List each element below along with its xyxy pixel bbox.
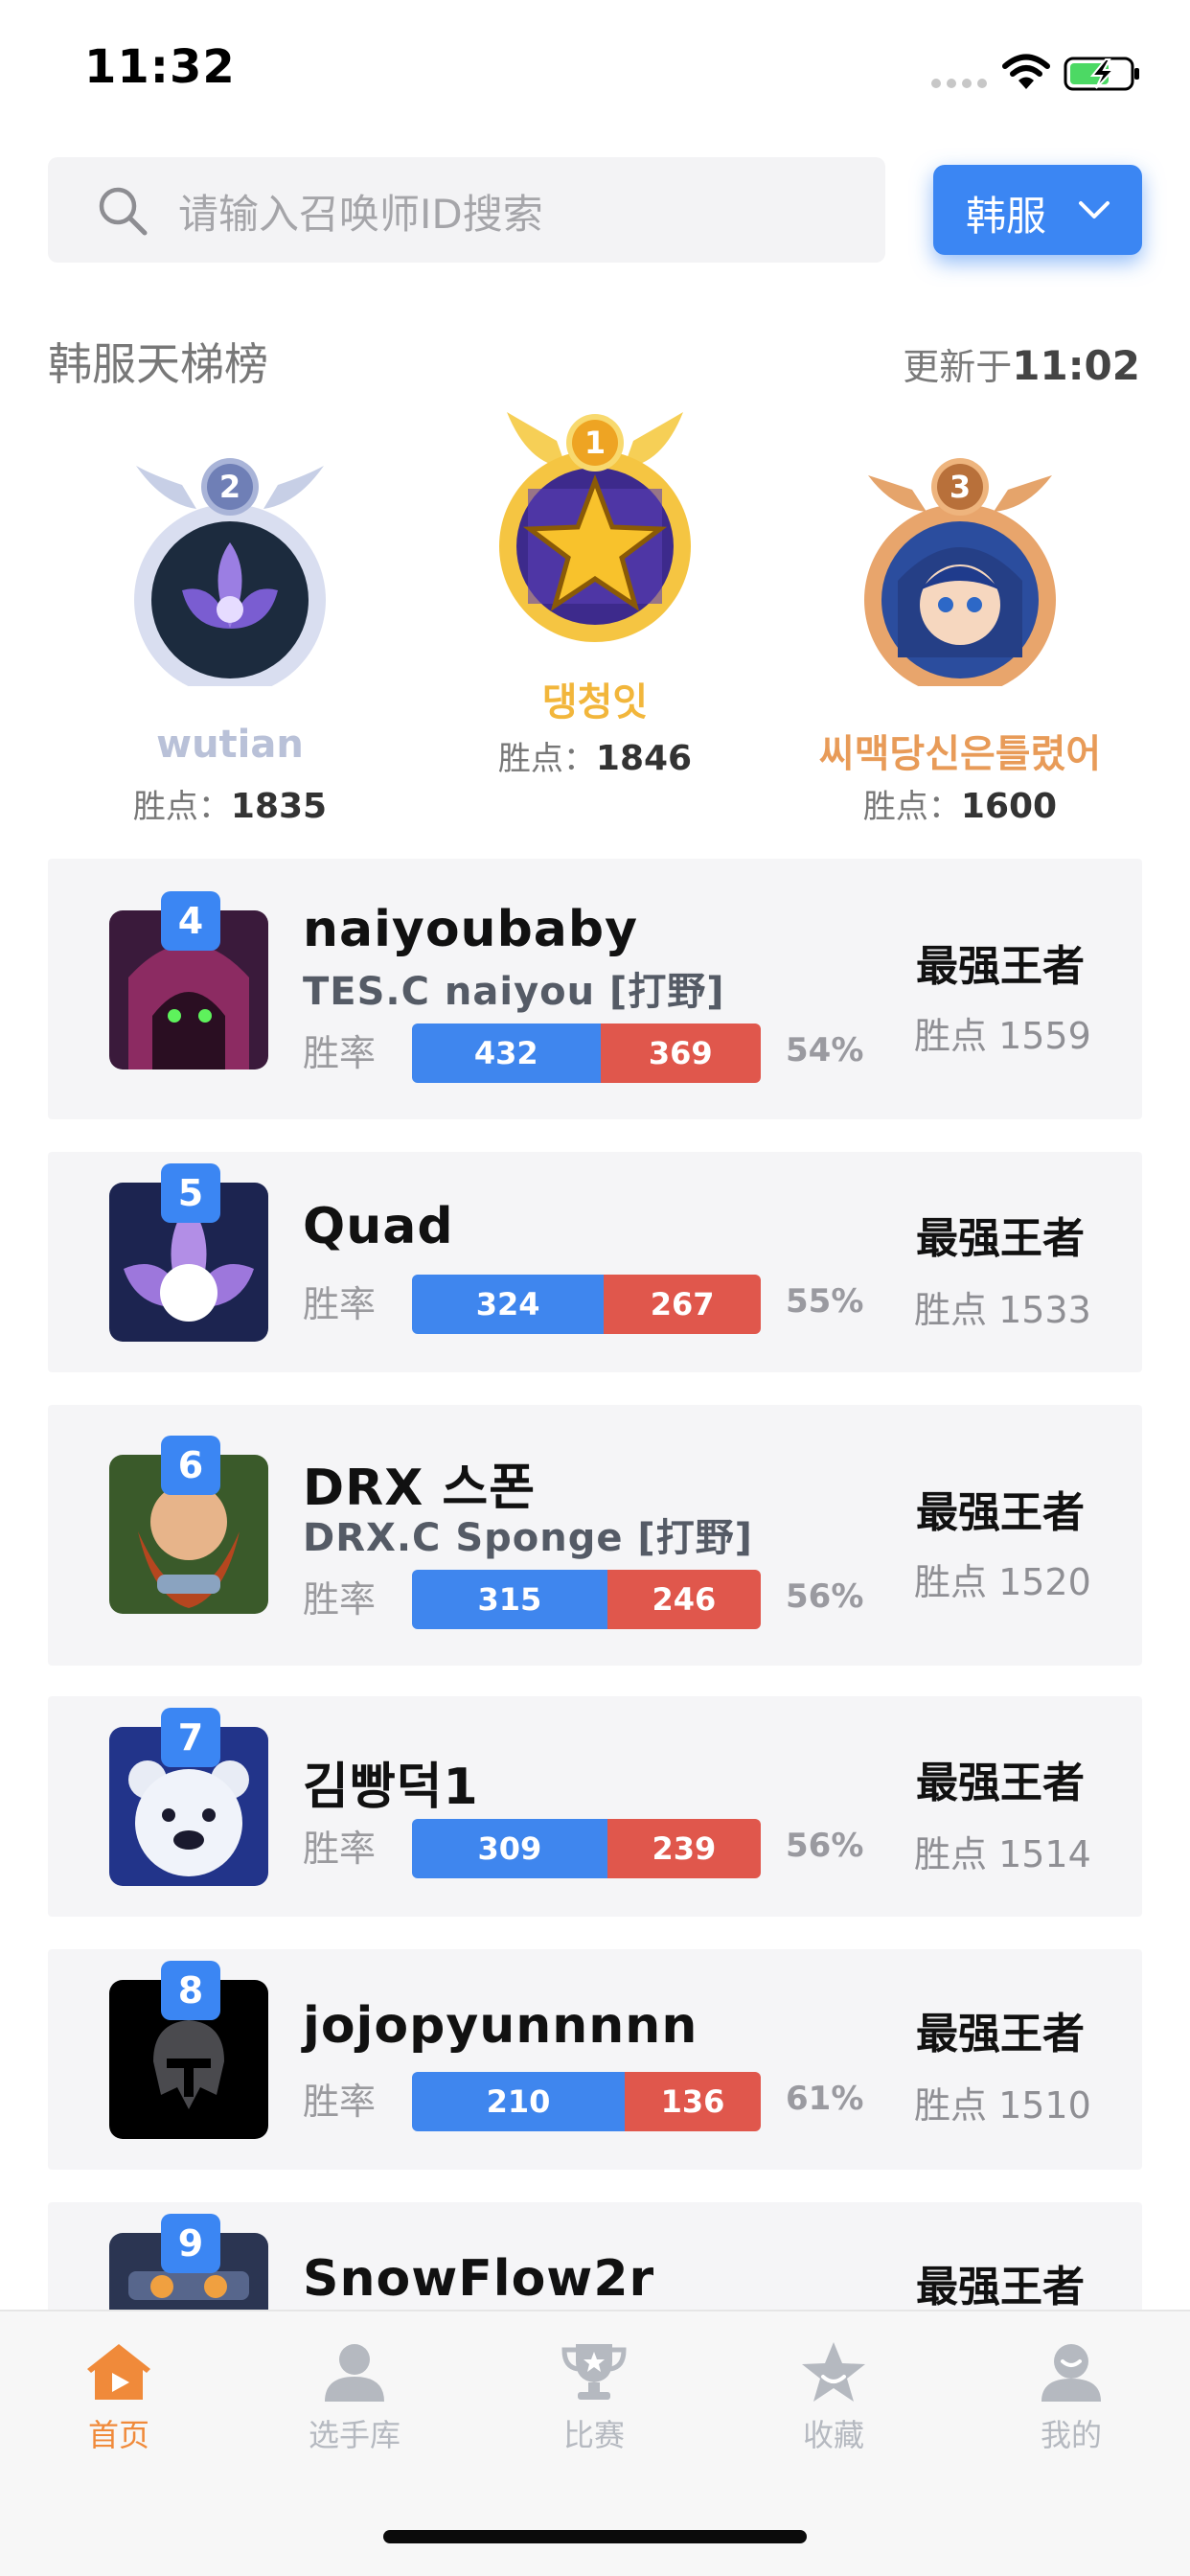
rank-badge: 6 <box>161 1436 220 1495</box>
win-loss-bar: 432 369 <box>412 1024 761 1083</box>
team-tag: TES.C naiyou [打野] <box>303 970 725 1014</box>
wins-segment: 324 <box>412 1275 605 1334</box>
wins-segment: 309 <box>412 1819 607 1878</box>
player-name: 김빵덕1 <box>303 1759 479 1816</box>
lp-value: 胜点 1533 <box>914 1289 1091 1331</box>
tier-label: 最强王者 <box>916 942 1085 991</box>
losses-segment: 239 <box>606 1819 761 1878</box>
tier-label: 最强王者 <box>916 2010 1085 2058</box>
wifi-icon <box>1002 54 1050 89</box>
losses-segment: 369 <box>600 1024 761 1083</box>
search-icon <box>99 187 148 236</box>
player-icon <box>325 2344 384 2402</box>
winrate-label: 胜率 <box>303 2081 377 2123</box>
win-percent: 61% <box>786 2080 864 2118</box>
tab-matches[interactable]: 比赛 <box>517 2340 671 2455</box>
tier-label: 最强王者 <box>916 2263 1085 2312</box>
battery-charging-icon <box>1064 57 1139 91</box>
podium-name: 씨맥당신은틀렸어 <box>818 732 1102 776</box>
rank-badge: 5 <box>161 1163 220 1223</box>
win-percent: 54% <box>786 1031 864 1070</box>
tier-label: 最强王者 <box>916 1759 1085 1807</box>
gold-medal-avatar: 1 <box>499 412 691 642</box>
podium-name: wutian <box>156 723 304 767</box>
podium-rank-3[interactable]: 3 씨맥당신은틀렸어 胜点：1600 <box>778 437 1142 826</box>
region-label: 韩服 <box>966 193 1047 240</box>
svg-text:1: 1 <box>584 425 606 461</box>
update-time: 更新于11:02 <box>903 342 1140 389</box>
podium-rank-2[interactable]: 2 wutian 胜点：1835 <box>48 437 412 826</box>
rank-badge: 4 <box>161 891 220 951</box>
region-dropdown-button[interactable]: 韩服 <box>933 165 1142 255</box>
wins-segment: 210 <box>412 2072 626 2131</box>
tier-label: 最强王者 <box>916 1488 1085 1537</box>
losses-segment: 136 <box>625 2072 761 2131</box>
lp-value: 胜点 1514 <box>914 1833 1091 1875</box>
wins-segment: 432 <box>412 1024 601 1083</box>
podium-name: 댕청잇 <box>541 680 649 724</box>
lp-value: 胜点 1559 <box>914 1015 1091 1057</box>
player-name: jojopyunnnnn <box>303 1997 698 2055</box>
win-loss-bar: 309 239 <box>412 1819 761 1878</box>
star-icon <box>802 2342 865 2402</box>
chevron-down-icon <box>1079 201 1110 218</box>
cellular-signal-icon <box>931 79 987 88</box>
winrate-label: 胜率 <box>303 1032 377 1074</box>
ranking-card[interactable]: 7 김빵덕1 胜率 309 239 56% 最强王者 胜点 1514 <box>48 1696 1142 1917</box>
team-tag: DRX.C Sponge [打野] <box>303 1516 753 1560</box>
lp-value: 胜点 1520 <box>914 1561 1091 1603</box>
tab-favorites[interactable]: 收藏 <box>757 2340 910 2455</box>
win-loss-bar: 210 136 <box>412 2072 761 2131</box>
status-bar: 11:32 <box>0 0 1190 144</box>
rank-badge: 8 <box>161 1961 220 2020</box>
home-indicator <box>383 2530 807 2543</box>
status-time: 11:32 <box>84 40 236 94</box>
search-input[interactable]: 请输入召唤师ID搜索 <box>48 157 885 263</box>
tier-label: 最强王者 <box>916 1214 1085 1263</box>
rank-badge: 9 <box>161 2214 220 2273</box>
win-loss-bar: 315 246 <box>412 1570 761 1629</box>
tab-home[interactable]: 首页 <box>42 2340 195 2455</box>
trophy-icon <box>561 2344 627 2400</box>
podium-rank-1[interactable]: 1 댕청잇 胜点：1846 <box>413 393 777 778</box>
profile-icon <box>1041 2344 1101 2402</box>
losses-segment: 267 <box>604 1275 761 1334</box>
ranking-card[interactable]: 6 DRX 스폰 DRX.C Sponge [打野] 胜率 315 246 56… <box>48 1405 1142 1666</box>
win-loss-bar: 324 267 <box>412 1275 761 1334</box>
svg-text:3: 3 <box>950 469 971 505</box>
rank-badge: 7 <box>161 1708 220 1767</box>
ranking-card[interactable]: 5 Quad 胜率 324 267 55% 最强王者 胜点 1533 <box>48 1152 1142 1372</box>
winrate-label: 胜率 <box>303 1283 377 1325</box>
podium-points: 胜点：1846 <box>497 739 693 778</box>
player-name: Quad <box>303 1198 454 1255</box>
wins-segment: 315 <box>412 1570 607 1629</box>
ranking-card[interactable]: 4 naiyoubaby TES.C naiyou [打野] 胜率 432 36… <box>48 859 1142 1119</box>
bronze-medal-avatar: 3 <box>864 458 1056 686</box>
lp-value: 胜点 1510 <box>914 2084 1091 2127</box>
player-name: SnowFlow2r <box>303 2250 655 2308</box>
tab-profile[interactable]: 我的 <box>995 2340 1148 2455</box>
player-name: naiyoubaby <box>303 901 639 958</box>
winrate-label: 胜率 <box>303 1828 377 1870</box>
win-percent: 56% <box>786 1827 864 1865</box>
losses-segment: 246 <box>606 1570 761 1629</box>
home-play-icon <box>87 2344 150 2400</box>
ladder-title: 韩服天梯榜 <box>48 338 268 390</box>
podium-points: 胜点：1600 <box>862 787 1058 826</box>
tab-players[interactable]: 选手库 <box>278 2340 431 2455</box>
search-placeholder: 请输入召唤师ID搜索 <box>178 191 543 238</box>
winrate-label: 胜率 <box>303 1578 377 1621</box>
svg-text:2: 2 <box>219 469 240 505</box>
ranking-card[interactable]: 8 jojopyunnnnn 胜率 210 136 61% 最强王者 胜点 15… <box>48 1949 1142 2170</box>
podium-points: 胜点：1835 <box>132 787 328 826</box>
win-percent: 55% <box>786 1282 864 1321</box>
win-percent: 56% <box>786 1577 864 1616</box>
silver-medal-avatar: 2 <box>134 458 326 686</box>
